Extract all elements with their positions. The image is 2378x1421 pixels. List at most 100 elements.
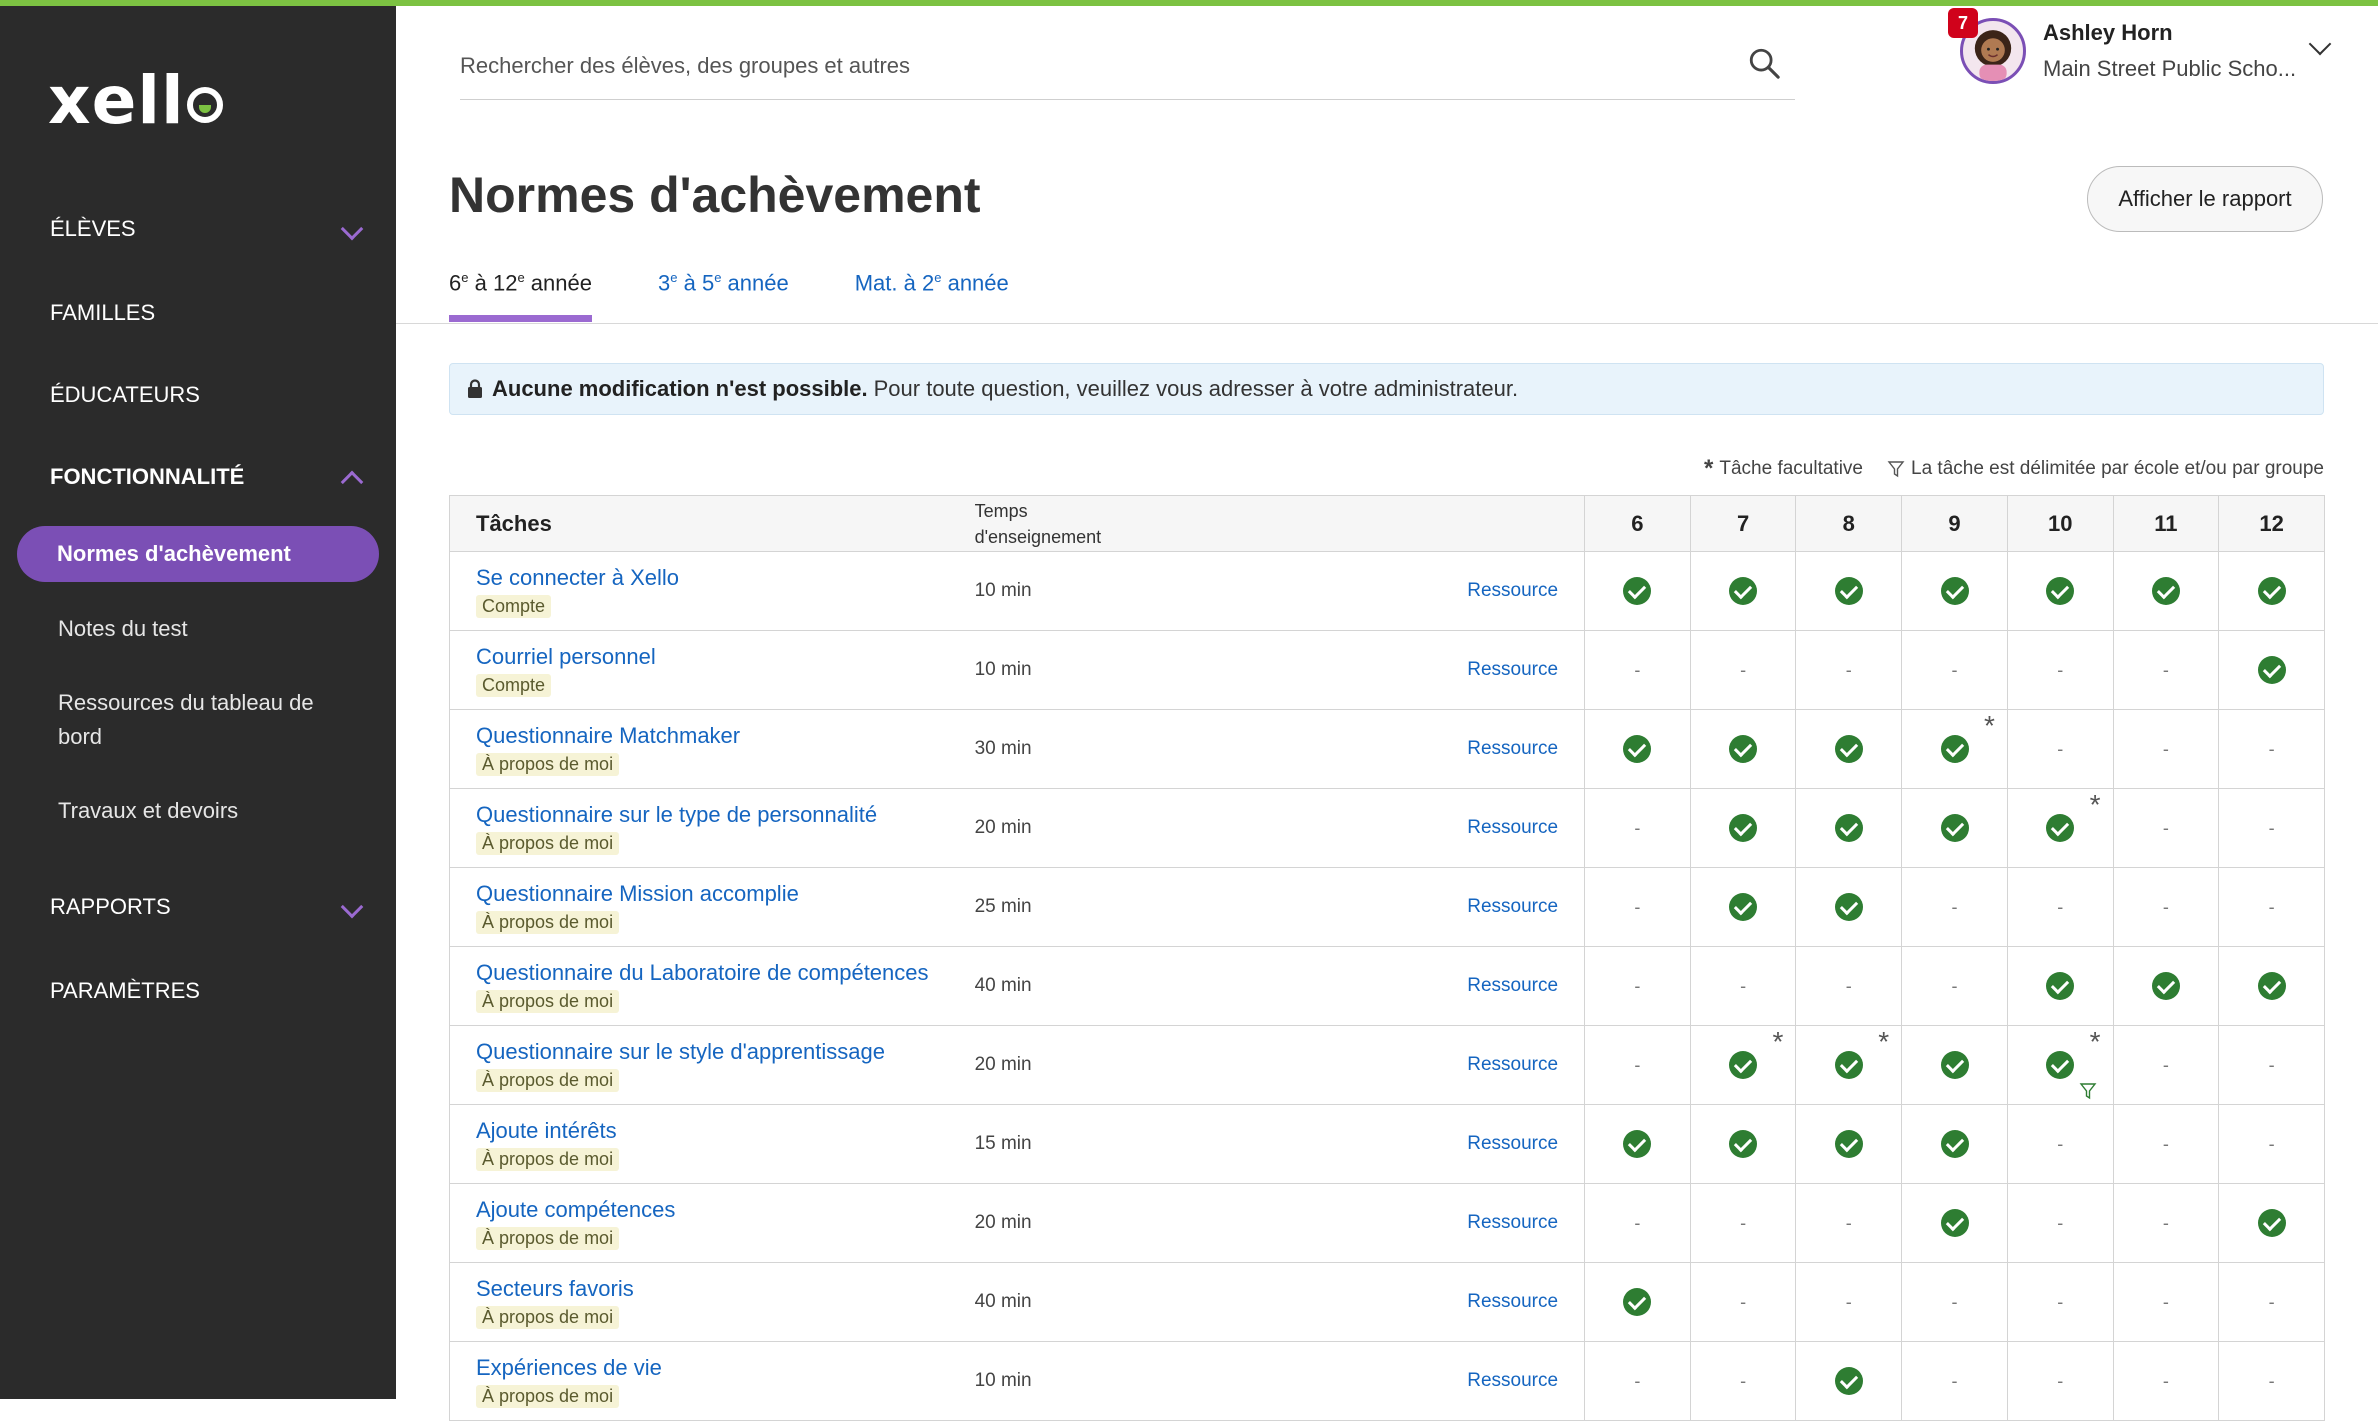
sidebar-item-familles[interactable]: FAMILLES [50,300,370,326]
grade-cell [2006,947,2113,1025]
grade-cell: - [1584,789,1690,867]
instruction-time: 10 min [974,580,1032,601]
task-link[interactable]: Courriel personnel [476,644,975,670]
table-row: Expériences de vie À propos de moi 10 min R… [450,1342,2324,1421]
search-bar [460,30,1795,100]
xello-logo[interactable]: xell [48,62,223,139]
optional-star-icon: * [2089,1026,2101,1057]
grade-cell: - [1901,1263,2007,1341]
dash: - [2057,738,2064,759]
resource-link[interactable]: Ressource [1467,975,1558,997]
table-row: Questionnaire sur le style d'apprentissa… [450,1026,2324,1105]
task-link[interactable]: Questionnaire Matchmaker [476,723,975,749]
sidebar-subitem-ressources[interactable]: Ressources du tableau de bord [58,686,348,754]
resource-link[interactable]: Ressource [1467,1291,1558,1313]
check-icon [2046,1051,2075,1079]
task-link[interactable]: Secteurs favoris [476,1276,975,1302]
table-row: Courriel personnel Compte 10 min Ressource -… [450,631,2324,710]
task-link[interactable]: Questionnaire sur le type de personnalit… [476,802,975,828]
resource-link[interactable]: Ressource [1467,896,1558,918]
dash: - [2057,1291,2064,1312]
dash: - [2162,1291,2169,1312]
grade-cell [1795,868,1901,946]
task-link[interactable]: Ajoute compétences [476,1197,975,1223]
task-cell: Se connecter à Xello Compte [450,552,975,630]
dash: - [2162,738,2169,759]
check-icon [1940,735,1969,763]
sidebar-subitem-normes[interactable]: Normes d'achèvement [17,526,379,582]
check-icon [2046,577,2075,605]
sidebar-item-parametres[interactable]: PARAMÈTRES [50,978,370,1004]
grade-cell: - [2006,1263,2113,1341]
task-cell: Questionnaire Mission accomplie À propos … [450,868,975,946]
check-icon [2257,972,2286,1000]
resource-link[interactable]: Ressource [1467,659,1558,681]
tab-grades-k-2[interactable]: Mat. à 2e année [855,262,1009,322]
dash: - [2057,659,2064,680]
resource-link[interactable]: Ressource [1467,738,1558,760]
resource-link[interactable]: Ressource [1467,1133,1558,1155]
dash: - [1845,1291,1852,1312]
task-link[interactable]: Se connecter à Xello [476,565,975,591]
notice-bold: Aucune modification n'est possible. [492,376,868,401]
resource-cell: Ressource [1274,868,1584,946]
task-link[interactable]: Questionnaire du Laboratoire de compéten… [476,960,975,986]
grade-cell: - [2112,1342,2219,1420]
task-cell: Secteurs favoris À propos de moi [450,1263,975,1341]
table-row: Ajoute compétences À propos de moi 20 min R… [450,1184,2324,1263]
grade-cell [1584,1105,1690,1183]
resource-link[interactable]: Ressource [1467,817,1558,839]
check-icon [1940,1209,1969,1237]
search-icon[interactable] [1747,46,1781,80]
notification-badge[interactable]: 7 [1948,8,1978,38]
sidebar-item-educateurs[interactable]: ÉDUCATEURS [50,382,370,408]
grade-cell: - [1584,868,1690,946]
sidebar-item-fonctionnalite[interactable]: FONCTIONNALITÉ [50,464,370,494]
sidebar-subitem-travaux[interactable]: Travaux et devoirs [58,794,358,828]
grade-cell [2112,947,2219,1025]
dash: - [1634,659,1641,680]
task-link[interactable]: Ajoute intérêts [476,1118,975,1144]
grade-cell: - [2218,1105,2324,1183]
column-header-resource [1274,496,1584,551]
check-icon [1940,577,1969,605]
dash: - [1951,659,1958,680]
column-header-grade: 10 [2006,496,2113,551]
resource-link[interactable]: Ressource [1467,1054,1558,1076]
instruction-time: 20 min [974,1212,1032,1233]
column-header-grade: 7 [1689,496,1796,551]
grade-cell: - [1795,1263,1901,1341]
sidebar-item-eleves[interactable]: ÉLÈVES [50,216,370,242]
grade-cell [1584,1263,1690,1341]
grade-cell [1795,789,1901,867]
user-menu[interactable]: 7 Ashley Horn Main Street Public Scho... [1948,8,2360,92]
notice-text: Pour toute question, veuillez vous adres… [873,376,1519,401]
dash: - [1740,1370,1747,1391]
tab-grades-6-12[interactable]: 6e à 12e année [449,262,592,322]
search-input[interactable] [460,46,1710,86]
task-link[interactable]: Expériences de vie [476,1355,975,1381]
grade-cell [1901,552,2007,630]
chevron-down-icon[interactable] [2308,32,2332,56]
grade-cell: - [2218,710,2324,788]
dash: - [1740,1291,1747,1312]
check-icon [2151,972,2180,1000]
resource-link[interactable]: Ressource [1467,1212,1558,1234]
resource-link[interactable]: Ressource [1467,580,1558,602]
check-icon [1623,735,1652,763]
check-icon [1940,1051,1969,1079]
show-report-button[interactable]: Afficher le rapport [2087,166,2323,232]
category-tag: À propos de moi [476,989,620,1013]
sidebar-subitem-notes[interactable]: Notes du test [58,612,358,646]
grade-cell [2218,1184,2324,1262]
instruction-time: 40 min [974,1291,1032,1312]
chevron-down-icon [340,217,364,241]
task-link[interactable]: Questionnaire sur le style d'apprentissa… [476,1039,975,1065]
sidebar-item-rapports[interactable]: RAPPORTS [50,894,370,920]
task-link[interactable]: Questionnaire Mission accomplie [476,881,975,907]
resource-link[interactable]: Ressource [1467,1370,1558,1392]
grade-cell [1689,868,1796,946]
tab-grades-3-5[interactable]: 3e à 5e année [658,262,789,322]
check-icon [1834,1367,1863,1395]
logo-o-icon [186,87,223,123]
